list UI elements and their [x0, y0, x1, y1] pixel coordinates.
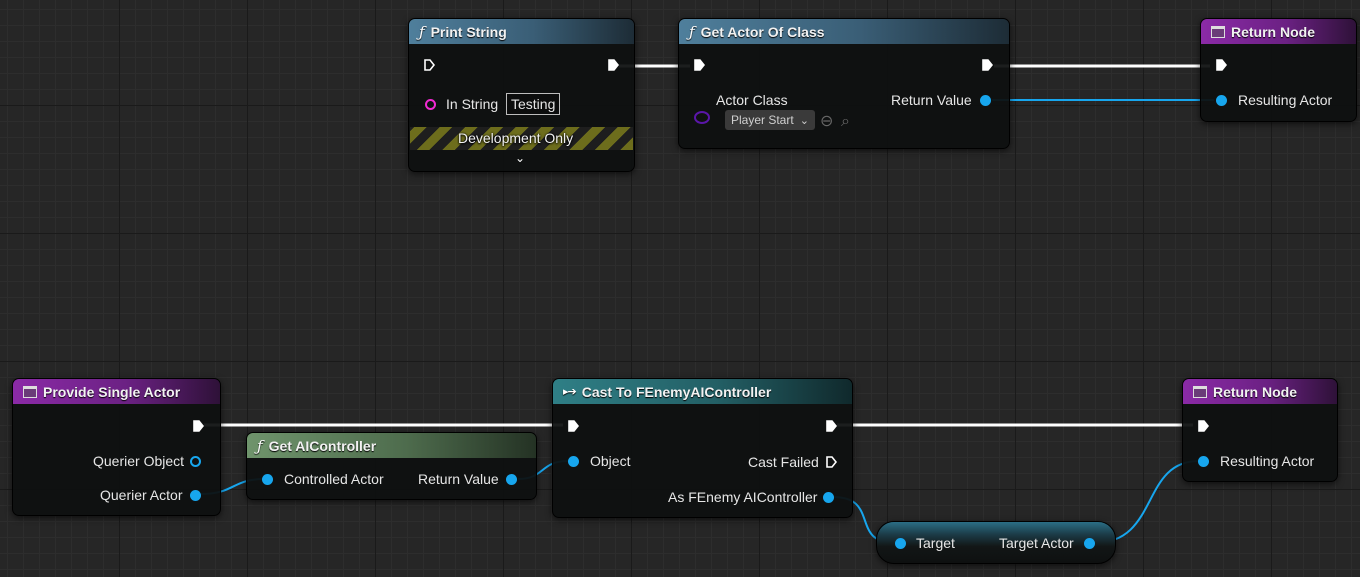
- resulting-actor-label: Resulting Actor: [1238, 92, 1333, 108]
- actor-class-pin[interactable]: [694, 111, 710, 124]
- as-fenemy-label: As FEnemy AIController: [668, 489, 818, 505]
- target-label: Target: [916, 535, 955, 551]
- get-actor-of-class-title: Get Actor Of Class: [700, 23, 825, 40]
- event-box-icon: [1193, 385, 1207, 398]
- return-value-label: Return Value: [418, 471, 499, 487]
- cast-to-fenemy-node[interactable]: ▸➔ Cast To FEnemyAIController Object Cas…: [552, 378, 853, 518]
- return-node-bottom-header[interactable]: Return Node: [1183, 379, 1337, 404]
- exec-in-pin[interactable]: [568, 420, 579, 432]
- print-string-title: Print String: [430, 23, 507, 40]
- search-icon[interactable]: ⌕: [841, 114, 850, 130]
- return-node-top-header[interactable]: Return Node: [1201, 19, 1356, 44]
- cast-failed-exec-pin[interactable]: [826, 456, 837, 468]
- return-node-top-title: Return Node: [1231, 23, 1315, 40]
- return-node-bottom[interactable]: Return Node Resulting Actor: [1182, 378, 1338, 482]
- actor-class-dropdown[interactable]: Player Start ⌄: [725, 110, 815, 130]
- resulting-actor-label: Resulting Actor: [1220, 453, 1315, 469]
- in-string-label: In String: [446, 96, 499, 112]
- in-string-input[interactable]: Testing: [506, 93, 561, 115]
- as-fenemy-pin[interactable]: [823, 492, 834, 503]
- controlled-actor-pin[interactable]: [262, 474, 273, 485]
- get-aicontroller-node[interactable]: ƒ Get AIController Controlled Actor Retu…: [246, 432, 537, 500]
- return-value-pin[interactable]: [506, 474, 517, 485]
- get-actor-of-class-header[interactable]: ƒ Get Actor Of Class: [679, 19, 1009, 44]
- object-label: Object: [590, 453, 631, 469]
- exec-out-pin[interactable]: [826, 420, 837, 432]
- get-aicontroller-header[interactable]: ƒ Get AIController: [247, 433, 536, 458]
- cast-to-fenemy-title: Cast To FEnemyAIController: [581, 383, 772, 400]
- get-actor-of-class-node[interactable]: ƒ Get Actor Of Class Actor Class Player …: [678, 18, 1010, 149]
- browse-back-icon[interactable]: ⊖: [820, 114, 833, 130]
- querier-object-label: Querier Object: [93, 453, 185, 469]
- print-string-node[interactable]: ƒ Print String In String Testing Develop…: [408, 18, 635, 172]
- function-icon: ƒ: [419, 22, 425, 41]
- provide-single-actor-node[interactable]: Provide Single Actor Querier Object Quer…: [12, 378, 221, 516]
- actor-class-label: Actor Class: [716, 92, 788, 108]
- controlled-actor-label: Controlled Actor: [284, 471, 384, 487]
- event-box-icon: [23, 385, 37, 398]
- exec-out-pin[interactable]: [608, 59, 619, 71]
- provide-single-actor-header[interactable]: Provide Single Actor: [13, 379, 220, 404]
- return-value-pin[interactable]: [980, 95, 991, 106]
- querier-object-pin[interactable]: [190, 456, 201, 467]
- get-aicontroller-title: Get AIController: [268, 437, 377, 454]
- resulting-actor-pin[interactable]: [1216, 95, 1227, 106]
- provide-single-actor-title: Provide Single Actor: [43, 383, 181, 400]
- exec-in-pin[interactable]: [1216, 59, 1227, 71]
- object-pin[interactable]: [568, 456, 579, 467]
- chevron-down-icon[interactable]: ⌄: [515, 151, 525, 165]
- querier-actor-label: Querier Actor: [100, 487, 183, 503]
- actor-class-value: Player Start: [731, 113, 794, 127]
- exec-out-pin[interactable]: [982, 59, 993, 71]
- exec-in-pin[interactable]: [424, 59, 435, 71]
- chevron-down-icon: ⌄: [799, 114, 809, 127]
- return-value-label: Return Value: [891, 92, 972, 108]
- exec-in-pin[interactable]: [1198, 420, 1209, 432]
- target-actor-pin[interactable]: [1084, 538, 1095, 549]
- resulting-actor-pin[interactable]: [1198, 456, 1209, 467]
- in-string-pin[interactable]: [425, 99, 436, 110]
- return-node-top[interactable]: Return Node Resulting Actor: [1200, 18, 1357, 122]
- return-node-bottom-title: Return Node: [1213, 383, 1297, 400]
- cast-failed-label: Cast Failed: [748, 454, 819, 470]
- exec-in-pin[interactable]: [694, 59, 705, 71]
- cast-arrow-icon: ▸➔: [563, 385, 577, 398]
- print-string-header[interactable]: ƒ Print String: [409, 19, 634, 44]
- development-only-label: Development Only: [458, 130, 574, 146]
- cast-to-fenemy-header[interactable]: ▸➔ Cast To FEnemyAIController: [553, 379, 852, 404]
- event-box-icon: [1211, 25, 1225, 38]
- querier-actor-pin[interactable]: [190, 490, 201, 501]
- function-icon: ƒ: [257, 436, 263, 455]
- target-actor-label: Target Actor: [999, 535, 1074, 551]
- target-pin[interactable]: [895, 538, 906, 549]
- target-actor-node[interactable]: Target Target Actor: [876, 521, 1116, 564]
- exec-out-pin[interactable]: [193, 420, 204, 432]
- function-icon: ƒ: [689, 22, 695, 41]
